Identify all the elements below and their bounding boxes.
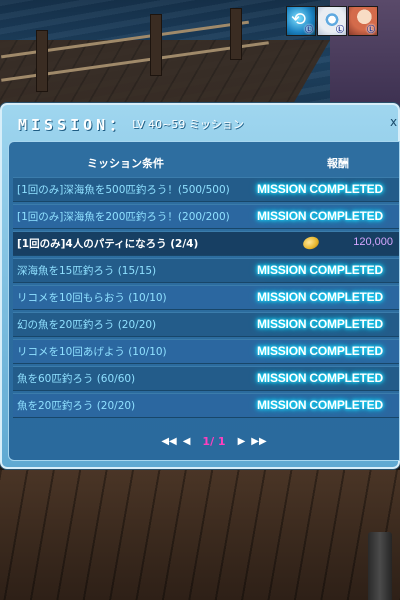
character-buff-icon[interactable]: Ⓛ	[348, 6, 378, 36]
mission-title-bar[interactable]: MISSION： LV 40~59 ミッション	[8, 111, 400, 137]
mission-status: MISSION COMPLETED	[257, 398, 383, 412]
buff-level-label: Ⓛ	[367, 24, 375, 34]
mission-row[interactable]: [1回のみ]4人のパティになろう (2/4) 120,000	[13, 231, 399, 256]
mission-name: 深海魚を15匹釣ろう (15/15)	[17, 265, 157, 277]
next-page-button[interactable]: ▶	[238, 436, 246, 447]
pagination: ◀◀ ◀ 1/ 1 ▶ ▶▶	[159, 432, 269, 450]
mission-rows: [1回のみ]深海魚を500匹釣ろう！(500/500) MISSION COMP…	[13, 177, 399, 420]
mission-row[interactable]: リコメを10回もらおう (10/10) MISSION COMPLETED	[13, 285, 399, 310]
reward-amount: 120,000	[353, 236, 393, 248]
eye-buff-icon[interactable]: Ⓛ	[317, 6, 347, 36]
window-subtitle: LV 40~59 ミッション	[132, 118, 244, 131]
window-title: MISSION：	[18, 115, 129, 134]
mission-status: MISSION COMPLETED	[257, 290, 383, 304]
mission-name: 魚を60匹釣ろう (60/60)	[17, 373, 136, 385]
buff-level-label: Ⓛ	[336, 24, 344, 34]
prev-page-button[interactable]: ◀	[183, 436, 191, 447]
mission-status: MISSION COMPLETED	[257, 209, 383, 223]
mission-row[interactable]: 魚を60匹釣ろう (60/60) MISSION COMPLETED	[13, 366, 399, 391]
deck-pole	[368, 532, 392, 600]
header-condition: ミッション条件	[87, 157, 164, 170]
mission-row[interactable]: 幻の魚を20匹釣ろう (20/20) MISSION COMPLETED	[13, 312, 399, 337]
mission-name: 幻の魚を20匹釣ろう (20/20)	[17, 319, 157, 331]
mission-name: [1回のみ]深海魚を500匹釣ろう！(500/500)	[17, 184, 230, 196]
mission-name: [1回のみ]深海魚を200匹釣ろう！(200/200)	[17, 211, 230, 223]
mission-status: MISSION COMPLETED	[257, 182, 383, 196]
mission-status: MISSION COMPLETED	[257, 317, 383, 331]
first-page-button[interactable]: ◀◀	[161, 436, 176, 447]
table-header: ミッション条件 報酬	[9, 148, 400, 174]
wave-buff-icon[interactable]: ⟲ Ⓛ	[286, 6, 316, 36]
mission-window: MISSION： LV 40~59 ミッション x ミッション条件 報酬 [1回…	[0, 103, 400, 469]
last-page-button[interactable]: ▶▶	[251, 436, 266, 447]
header-reward: 報酬	[327, 157, 349, 170]
coin-icon	[301, 234, 321, 252]
pier-post	[36, 30, 48, 92]
mission-status: MISSION COMPLETED	[257, 263, 383, 277]
mission-name: リコメを10回あげよう (10/10)	[17, 346, 167, 358]
pier-post	[150, 14, 162, 76]
deck-floor	[0, 470, 400, 600]
mission-row[interactable]: 魚を20匹釣ろう (20/20) MISSION COMPLETED	[13, 393, 399, 418]
mission-row[interactable]: [1回のみ]深海魚を200匹釣ろう！(200/200) MISSION COMP…	[13, 204, 399, 229]
mission-status: MISSION COMPLETED	[257, 371, 383, 385]
mission-row[interactable]: 深海魚を15匹釣ろう (15/15) MISSION COMPLETED	[13, 258, 399, 283]
buff-level-label: Ⓛ	[305, 24, 313, 34]
close-button[interactable]: x	[390, 113, 400, 131]
mission-row[interactable]: [1回のみ]深海魚を500匹釣ろう！(500/500) MISSION COMP…	[13, 177, 399, 202]
mission-name: [1回のみ]4人のパティになろう (2/4)	[17, 238, 199, 250]
pier-post	[230, 8, 242, 60]
mission-status: MISSION COMPLETED	[257, 344, 383, 358]
mission-name: 魚を20匹釣ろう (20/20)	[17, 400, 136, 412]
status-icon-bar: ⟲ Ⓛ Ⓛ Ⓛ	[286, 6, 378, 36]
page-indicator: 1/ 1	[202, 434, 226, 448]
mission-name: リコメを10回もらおう (10/10)	[17, 292, 167, 304]
mission-row[interactable]: リコメを10回あげよう (10/10) MISSION COMPLETED	[13, 339, 399, 364]
mission-list-panel: ミッション条件 報酬 [1回のみ]深海魚を500匹釣ろう！(500/500) M…	[8, 141, 400, 461]
wave-glyph-icon: ⟲	[291, 9, 307, 30]
